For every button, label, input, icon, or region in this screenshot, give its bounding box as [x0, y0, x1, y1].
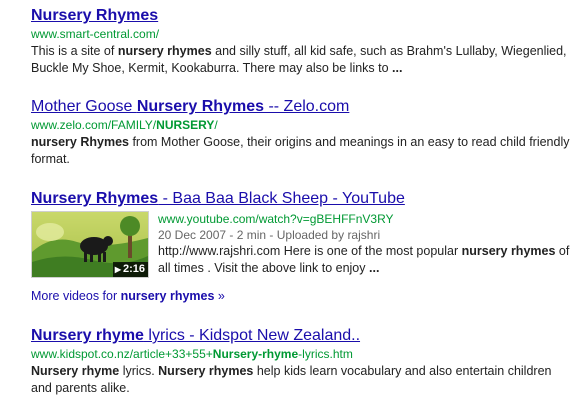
more-videos-arrow: »: [214, 289, 225, 303]
result-snippet: Nursery rhyme lyrics. Nursery rhymes hel…: [31, 363, 571, 397]
title-text: lyrics - Kidspot New Zealand..: [143, 327, 361, 344]
search-result: Nursery Rhymes www.smart-central.com/ Th…: [31, 6, 571, 77]
video-details: www.youtube.com/watch?v=gBEHFFnV3RY 20 D…: [158, 211, 571, 278]
snippet-ellipsis: ...: [369, 261, 380, 275]
snippet-highlight: nursery: [31, 135, 77, 149]
snippet-highlight: Nursery: [158, 364, 206, 378]
snippet-highlight: Nursery: [31, 364, 79, 378]
url-text: /: [214, 118, 218, 132]
snippet-text: This is a site of: [31, 44, 118, 58]
video-row: ▶ 2:16 www.youtube.com/watch?v=gBEHFFnV3R…: [31, 211, 571, 278]
more-videos-highlight: nursery rhymes: [120, 289, 215, 303]
result-title-link[interactable]: Nursery rhyme lyrics - Kidspot New Zeala…: [31, 326, 571, 346]
result-url: www.zelo.com/FAMILY/NURSERY/: [31, 117, 571, 133]
snippet-text: lyrics.: [119, 364, 159, 378]
title-text: -- Zelo.com: [264, 98, 350, 115]
title-text: Nursery Rhymes: [31, 7, 159, 24]
result-title-link[interactable]: Mother Goose Nursery Rhymes -- Zelo.com: [31, 97, 571, 117]
snippet-highlight: nursery rhymes: [117, 44, 212, 58]
url-highlight: Nursery-rhyme: [212, 347, 299, 361]
title-text: Mother Goose: [31, 98, 137, 115]
url-text: www.smart-central.com/: [31, 27, 160, 41]
more-videos-link[interactable]: More videos for nursery rhymes »: [31, 289, 225, 303]
result-snippet: http://www.rajshri.com Here is one of th…: [158, 243, 571, 277]
result-snippet: This is a site of nursery rhymes and sil…: [31, 43, 571, 77]
snippet-ellipsis: ...: [392, 61, 403, 75]
video-duration: ▶ 2:16: [112, 262, 148, 277]
title-text: - Baa Baa Black Sheep - YouTube: [158, 190, 405, 207]
search-result-video: Nursery Rhymes - Baa Baa Black Sheep - Y…: [31, 189, 571, 278]
url-text: www.kidspot.co.nz/article+33+55+: [31, 347, 213, 361]
title-highlight: Nursery rhyme: [31, 327, 144, 344]
result-url: www.youtube.com/watch?v=gBEHFFnV3RY: [158, 211, 571, 227]
video-thumbnail[interactable]: ▶ 2:16: [31, 211, 149, 278]
snippet-text: http://www.rajshri.com Here is one of th…: [158, 244, 462, 258]
url-text: www.youtube.com/watch?v=gBEHFFnV3RY: [158, 212, 394, 226]
snippet-highlight: rhymes: [208, 364, 254, 378]
url-text: -lyrics.htm: [298, 347, 353, 361]
result-title-link[interactable]: Nursery Rhymes: [31, 6, 571, 26]
search-result: Nursery rhyme lyrics - Kidspot New Zeala…: [31, 326, 571, 397]
snippet-highlight: Rhymes: [80, 135, 129, 149]
snippet-highlight: nursery rhymes: [461, 244, 556, 258]
url-text: www.zelo.com/FAMILY/: [31, 118, 157, 132]
video-meta: 20 Dec 2007 - 2 min - Uploaded by rajshr…: [158, 228, 381, 242]
title-highlight: Nursery Rhymes: [31, 190, 159, 207]
title-highlight: Nursery Rhymes: [136, 98, 264, 115]
result-url: www.smart-central.com/: [31, 26, 571, 42]
search-result: Mother Goose Nursery Rhymes -- Zelo.com …: [31, 97, 571, 168]
play-icon: ▶: [114, 265, 121, 274]
more-videos-text: More videos for: [31, 289, 121, 303]
snippet-highlight: rhyme: [81, 364, 120, 378]
url-highlight: NURSERY: [156, 118, 215, 132]
result-url: www.kidspot.co.nz/article+33+55+Nursery-…: [31, 346, 571, 362]
duration-text: 2:16: [122, 263, 145, 275]
result-snippet: nursery Rhymes from Mother Goose, their …: [31, 134, 571, 168]
result-title-link[interactable]: Nursery Rhymes - Baa Baa Black Sheep - Y…: [31, 189, 571, 209]
